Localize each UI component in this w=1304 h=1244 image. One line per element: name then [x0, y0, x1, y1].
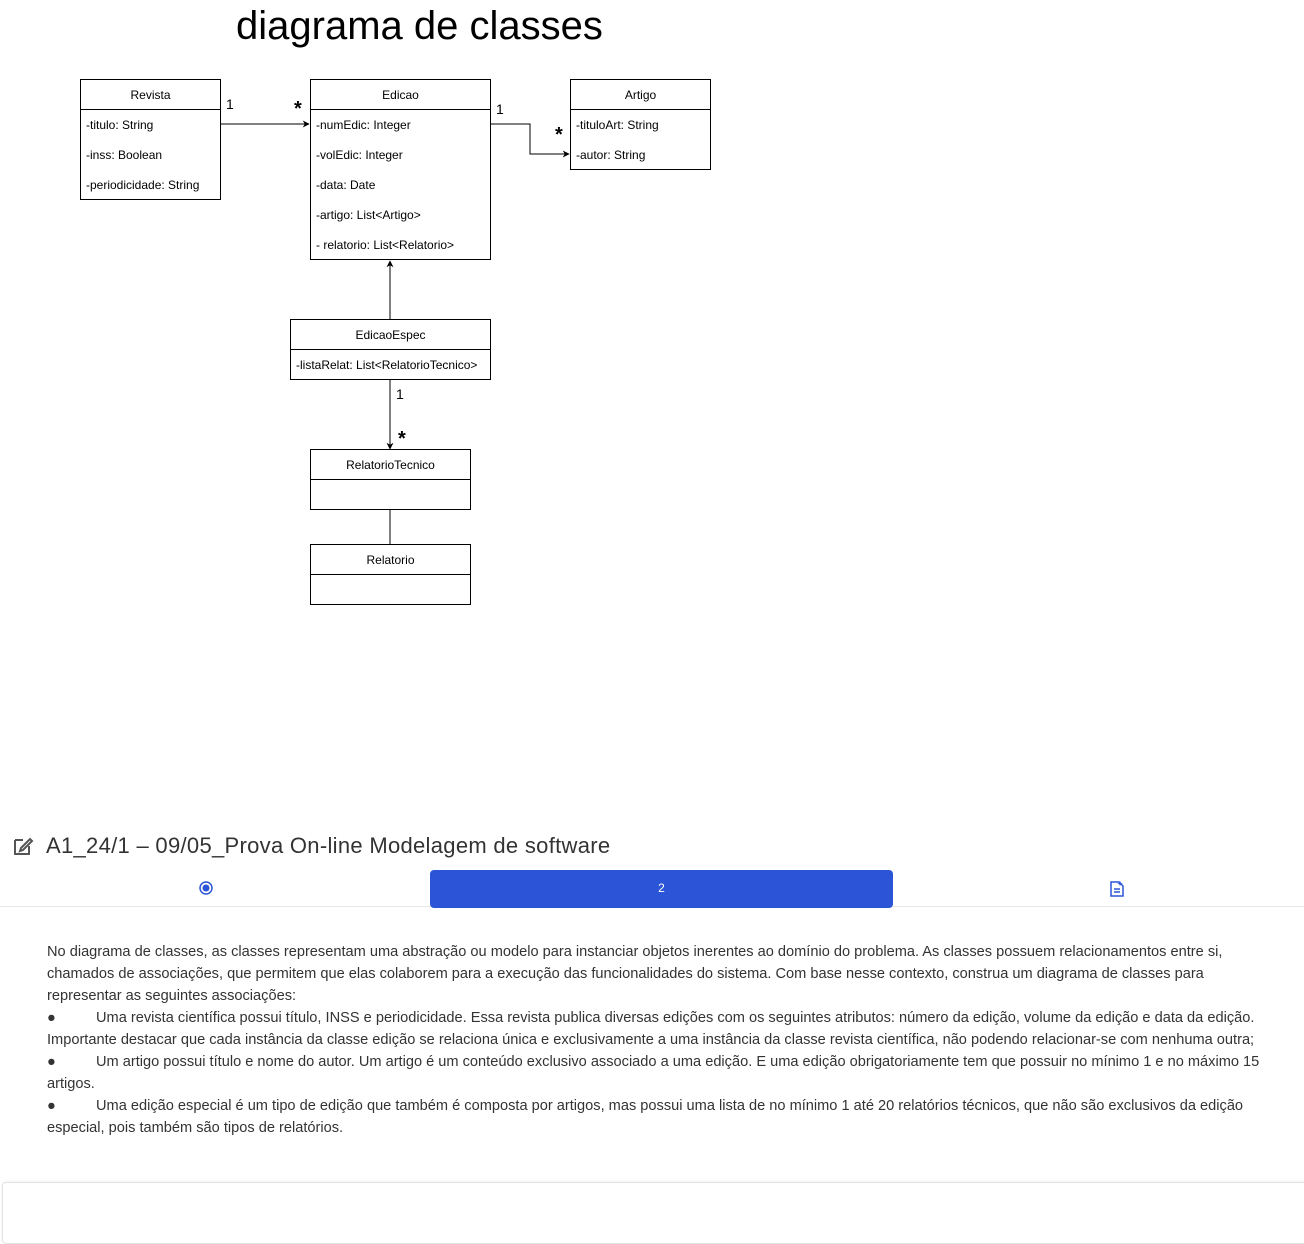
multiplicity-label: 1 [496, 101, 504, 117]
class-attributes-empty [311, 575, 470, 604]
current-question-button[interactable]: 2 [430, 870, 893, 908]
class-attribute: -inss: Boolean [86, 148, 163, 162]
multiplicity-label: 1 [396, 386, 404, 402]
class-edicaoespec: EdicaoEspec -listaRelat: List<RelatorioT… [290, 319, 491, 380]
question-nav: 2 [0, 870, 1304, 908]
review-document-icon[interactable] [1108, 880, 1126, 898]
question-item: ● Um artigo possui título e nome do autor… [47, 1051, 1277, 1095]
class-attribute: -data: Date [316, 178, 376, 192]
bullet: ● [47, 1054, 56, 1070]
class-attribute: -titulo: String [86, 118, 154, 132]
class-edicao: Edicao -numEdic: Integer -volEdic: Integ… [310, 79, 491, 260]
class-name: Revista [81, 80, 220, 110]
class-attribute: -periodicidade: String [86, 178, 200, 192]
multiplicity-label: 1 [226, 96, 234, 112]
class-name: EdicaoEspec [291, 320, 490, 350]
class-relatoriotecnico: RelatorioTecnico [310, 449, 471, 510]
class-attribute: -volEdic: Integer [316, 148, 403, 162]
multiplicity-label: * [555, 124, 563, 146]
exam-title: A1_24/1 – 09/05_Prova On-line Modelagem … [46, 833, 611, 858]
class-relatorio: Relatorio [310, 544, 471, 605]
multiplicity-label: * [398, 428, 406, 450]
question-intro: No diagrama de classes, as classes repre… [47, 944, 1223, 1004]
question-item-text: Uma edição especial é um tipo de edição … [47, 1098, 1244, 1136]
bullet: ● [47, 1010, 56, 1026]
class-attributes-empty [311, 480, 470, 509]
class-attribute: -numEdic: Integer [316, 118, 411, 132]
question-item: ● Uma revista científica possui título, I… [47, 1007, 1277, 1051]
multiplicity-label: * [294, 98, 302, 120]
question-item: ● Uma edição especial é um tipo de edição… [47, 1095, 1277, 1139]
class-name: RelatorioTecnico [311, 450, 470, 480]
class-attribute: -artigo: List<Artigo> [316, 208, 421, 222]
edit-icon [12, 835, 34, 857]
class-name: Relatorio [311, 545, 470, 575]
class-artigo: Artigo -tituloArt: String -autor: String [570, 79, 711, 170]
question-item-text: Um artigo possui título e nome do autor.… [47, 1054, 1260, 1092]
bullet: ● [47, 1098, 56, 1114]
class-attribute: -tituloArt: String [576, 118, 659, 132]
answer-card [2, 1182, 1304, 1244]
class-name: Edicao [311, 80, 490, 110]
question-item-text: Uma revista científica possui título, IN… [47, 1010, 1255, 1048]
class-attribute: -listaRelat: List<RelatorioTecnico> [296, 358, 478, 372]
exam-header: A1_24/1 – 09/05_Prova On-line Modelagem … [0, 833, 1304, 873]
question-text: No diagrama de classes, as classes repre… [47, 941, 1277, 1139]
class-attribute: - relatorio: List<Relatorio> [316, 238, 455, 252]
radio-selected-icon[interactable] [199, 881, 213, 895]
class-revista: Revista -titulo: String -inss: Boolean -… [80, 79, 221, 200]
class-name: Artigo [571, 80, 710, 110]
class-attribute: -autor: String [576, 148, 646, 162]
